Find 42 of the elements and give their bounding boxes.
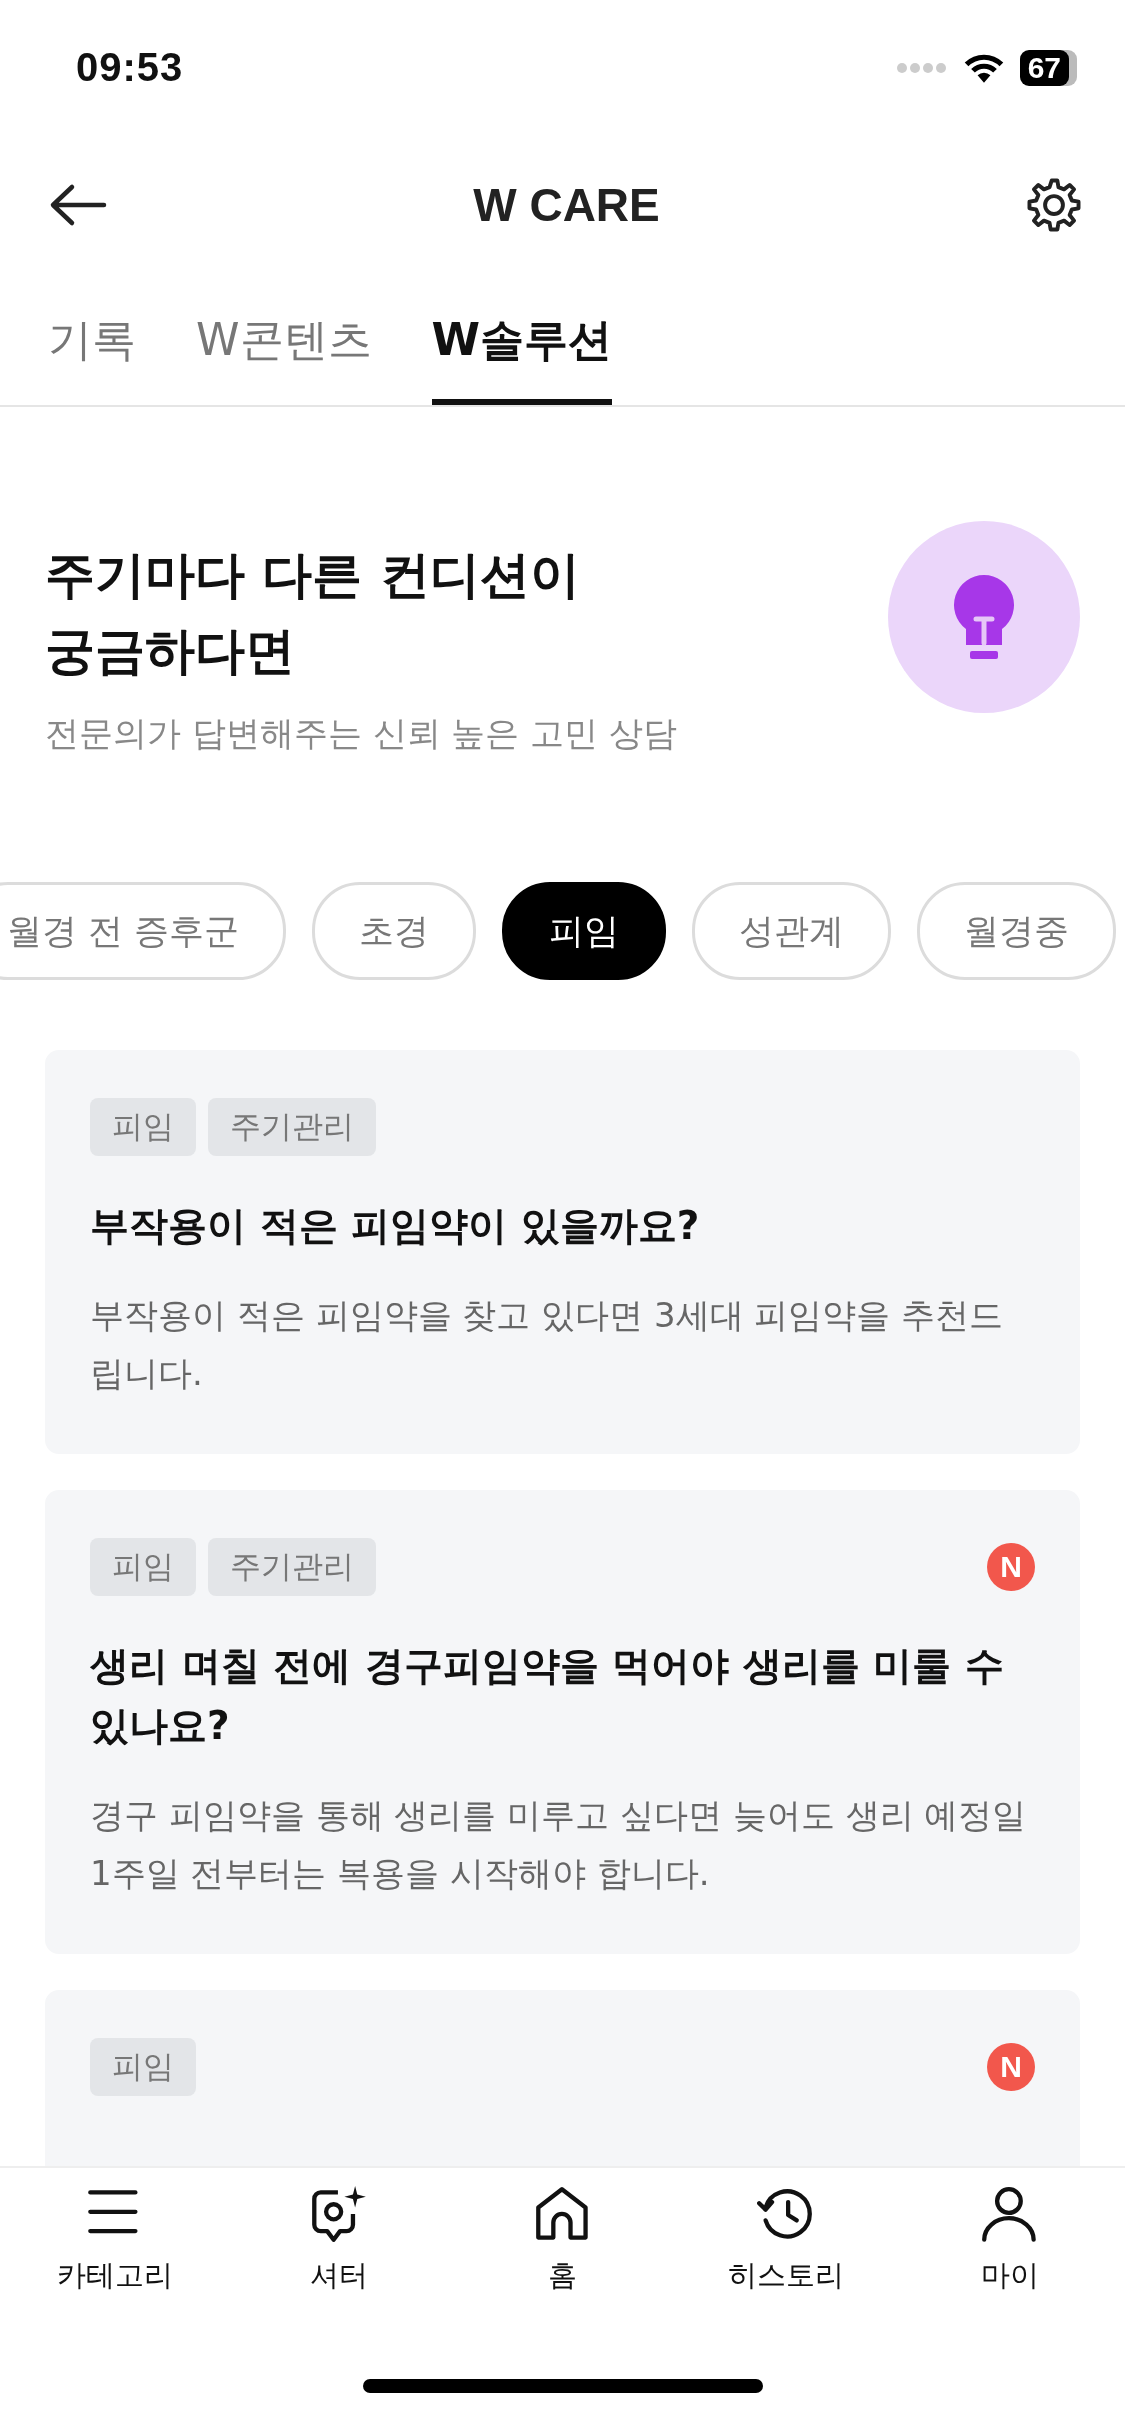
tag: 주기관리 xyxy=(208,1538,376,1596)
nav-label: 카테고리 xyxy=(57,2257,173,2294)
nav-item[interactable]: 홈 xyxy=(487,2186,638,2336)
camera-chat-icon xyxy=(309,2186,368,2244)
back-arrow-icon xyxy=(48,183,108,227)
person-icon xyxy=(981,2186,1039,2244)
tag: 피임 xyxy=(90,1098,196,1156)
category-chip[interactable]: 월경 전 증후군 xyxy=(0,882,287,980)
tab[interactable]: W콘텐츠 xyxy=(196,275,372,405)
signal-icon xyxy=(895,61,948,74)
tag: 주기관리 xyxy=(208,1098,376,1156)
category-chip[interactable]: 초경 xyxy=(312,882,477,980)
nav-label: 마이 xyxy=(981,2257,1039,2294)
hero-subtitle: 전문의가 답변해주는 신뢰 높은 고민 상담 xyxy=(45,712,678,755)
tag: 피임 xyxy=(90,2038,196,2096)
nav-label: 히스토리 xyxy=(728,2257,845,2294)
nav-item[interactable]: 마이 xyxy=(935,2186,1085,2336)
category-chip[interactable]: 피임 xyxy=(502,882,667,980)
nav-label: 셔터 xyxy=(309,2257,368,2294)
tab[interactable]: 기록 xyxy=(48,275,136,405)
hero-heading: 주기마다 다른 컨디션이 궁금하다면 xyxy=(45,545,581,682)
question-title: 부작용이 적은 피임약이 있을까요? xyxy=(90,1202,701,1250)
tag: 피임 xyxy=(90,1538,196,1596)
nav-item[interactable]: 셔터 xyxy=(263,2186,414,2336)
lightbulb-icon xyxy=(952,573,1016,661)
app-title: W CARE xyxy=(473,178,660,232)
category-chip[interactable]: 월경중 xyxy=(917,882,1117,980)
answer-preview: 부작용이 적은 피임약을 찾고 있다면 3세대 피임약을 추천드립니다. xyxy=(90,1294,1005,1395)
question-card[interactable]: 피임 주기관리 부작용이 적은 피임약이 있을까요? 부작용이 적은 피임약을 찾고 있다면 3세대 피임약을 추천드립니다. xyxy=(45,1050,1080,1454)
clock-time: 09:53 xyxy=(76,45,184,90)
new-badge: N xyxy=(987,2043,1035,2091)
question-title: 생리 며칠 전에 경구피임약을 먹어야 생리를 미룰 수 있나요? xyxy=(90,1642,1006,1750)
question-card[interactable]: 피임 주기관리 N 생리 며칠 전에 경구피임약을 먹어야 생리를 미룰 수 있나요? 경구 피임약을 통해 생리를 미루고 싶다면 늦어도 생리 예정일 1주일 전부터는 복용을 시작해야 합니다. xyxy=(45,1490,1080,1954)
settings-icon xyxy=(1025,177,1083,233)
nav-item[interactable]: 카테고리 xyxy=(40,2186,190,2336)
tab[interactable]: W솔루션 xyxy=(431,275,613,405)
category-chip[interactable]: 성관계 xyxy=(692,882,892,980)
new-badge: N xyxy=(987,1543,1035,1591)
question-card[interactable]: 피임 N xyxy=(45,1990,1080,2166)
nav-label: 홈 xyxy=(548,2257,577,2294)
answer-preview: 경구 피임약을 통해 생리를 미루고 싶다면 늦어도 생리 예정일 1주일 전부터는 복용을 시작해야 합니다. xyxy=(90,1794,1028,1895)
nav-item[interactable]: 히스토리 xyxy=(711,2186,862,2336)
